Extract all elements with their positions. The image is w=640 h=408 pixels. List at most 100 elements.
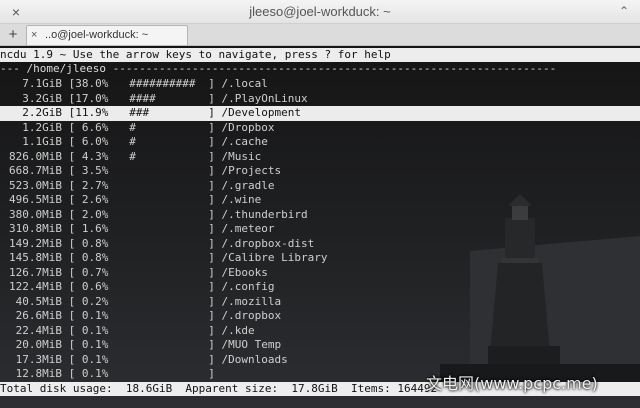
row-size: 3.2GiB [22, 91, 62, 105]
row-percent: 0.8% [75, 236, 109, 250]
row-size: 826.0MiB [9, 149, 62, 163]
row-bar: # [129, 149, 196, 163]
table-row[interactable]: 3.2GiB [17.0% #### ] /.PlayOnLinux [0, 92, 640, 107]
row-bracket: ] [208, 338, 222, 351]
window-maximize-icon[interactable]: ⌃ [616, 3, 632, 19]
row-percent: 0.8% [75, 251, 109, 264]
row-name: /Dropbox [221, 120, 275, 134]
row-bracket: [ [62, 149, 76, 163]
row-bracket: ] [208, 367, 222, 380]
row-bar [129, 251, 208, 266]
row-percent: 0.1% [75, 309, 109, 322]
row-size: 1.2GiB [22, 120, 62, 134]
table-row[interactable]: 126.7MiB [ 0.7% ] /Ebooks [0, 266, 640, 281]
row-percent: 2.0% [75, 207, 109, 221]
table-row[interactable]: 122.4MiB [ 0.6% ] /.config [0, 280, 640, 295]
row-bar [129, 280, 208, 295]
table-row[interactable]: 826.0MiB [ 4.3% # ] /Music [0, 150, 640, 165]
table-row[interactable]: 7.1GiB [38.0% ##########] /.local [0, 77, 640, 92]
row-bracket: ] [208, 222, 222, 235]
table-row[interactable]: 1.2GiB [ 6.6% # ] /Dropbox [0, 121, 640, 136]
row-size: 17.3MiB [15, 352, 62, 366]
directory-list[interactable]: 7.1GiB [38.0% ##########] /.local 3.2GiB [… [0, 77, 640, 382]
row-bracket: [ [62, 338, 76, 351]
title-bar[interactable]: × jleeso@joel-workduck: ~ ⌃ [0, 0, 640, 24]
row-size: 496.5MiB [9, 193, 62, 206]
tab-bar: + × ..o@joel-workduck: ~ [0, 24, 640, 46]
row-size: 523.0MiB [9, 178, 62, 192]
tab-terminal[interactable]: × ..o@joel-workduck: ~ [26, 25, 188, 45]
new-tab-button[interactable]: + [4, 26, 22, 44]
row-bar: ### [129, 106, 196, 119]
row-size: 380.0MiB [9, 207, 62, 221]
table-row[interactable]: 310.8MiB [ 1.6% ] /.meteor [0, 222, 640, 237]
row-name: /.local [221, 77, 268, 90]
terminal-area[interactable]: ncdu 1.9 ~ Use the arrow keys to navigat… [0, 46, 640, 408]
row-bracket: [ [62, 106, 76, 119]
row-name: /.mozilla [221, 294, 282, 308]
row-percent: 0.1% [75, 352, 109, 366]
row-bracket: [ [62, 207, 76, 221]
watermark-text: 文电网(www.pcpc.me) [426, 374, 598, 393]
row-name: /.config [221, 280, 275, 293]
ncdu-header: ncdu 1.9 ~ Use the arrow keys to navigat… [0, 48, 640, 62]
row-bar [129, 208, 208, 223]
row-bracket: [ [62, 265, 76, 279]
row-percent: 3.5% [75, 164, 109, 177]
row-bar: # [129, 120, 196, 134]
row-percent: 0.1% [75, 338, 109, 351]
row-bracket: ] [208, 193, 222, 206]
row-bracket: ] [208, 323, 222, 337]
row-bracket: ] [208, 236, 222, 250]
row-bracket: [ [62, 367, 76, 380]
row-bar [129, 193, 208, 208]
ncdu-current-path: --- /home/jleeso -----------------------… [0, 62, 557, 75]
table-row[interactable]: 668.7MiB [ 3.5% ] /Projects [0, 164, 640, 179]
table-row[interactable]: 523.0MiB [ 2.7% ] /.gradle [0, 179, 640, 194]
row-size: 22.4MiB [15, 323, 62, 337]
table-row[interactable]: 496.5MiB [ 2.6% ] /.wine [0, 193, 640, 208]
table-row[interactable]: 22.4MiB [ 0.1% ] /.kde [0, 324, 640, 339]
row-bar [129, 367, 208, 382]
row-name: /Calibre Library [221, 251, 328, 264]
row-bracket: ] [208, 135, 222, 148]
row-bracket: ] [208, 294, 222, 308]
row-bracket: [ [62, 222, 76, 235]
row-percent: 38.0% [75, 77, 109, 90]
table-row[interactable]: 149.2MiB [ 0.8% ] /.dropbox-dist [0, 237, 640, 252]
row-bracket: ] [208, 164, 222, 177]
table-row[interactable]: 26.6MiB [ 0.1% ] /.dropbox [0, 309, 640, 324]
row-bracket: [ [62, 77, 76, 90]
row-bar [129, 353, 208, 368]
row-bar [129, 237, 208, 252]
row-bracket: ] [208, 178, 222, 192]
row-size: 126.7MiB [9, 265, 62, 279]
row-bracket: ] [208, 352, 222, 366]
table-row[interactable]: 20.0MiB [ 0.1% ] /MUO Temp [0, 338, 640, 353]
row-name: /.dropbox-dist [221, 236, 315, 250]
table-row[interactable]: 1.1GiB [ 6.0% # ] /.cache [0, 135, 640, 150]
row-bar: #### [129, 91, 196, 105]
row-size: 122.4MiB [9, 280, 62, 293]
row-name: /.gradle [221, 178, 275, 192]
row-bracket: [ [62, 120, 76, 134]
row-percent: 1.6% [75, 222, 109, 235]
row-name: /.wine [221, 193, 262, 206]
row-size: 310.8MiB [9, 222, 62, 235]
table-row[interactable]: 145.8MiB [ 0.8% ] /Calibre Library [0, 251, 640, 266]
table-row[interactable]: 380.0MiB [ 2.0% ] /.thunderbird [0, 208, 640, 223]
row-bracket: ] [208, 77, 222, 90]
row-bar: ########## [129, 77, 196, 90]
row-size: 668.7MiB [9, 164, 62, 177]
table-row[interactable]: 2.2GiB [11.9% ### ] /Development [0, 106, 640, 121]
tab-close-icon[interactable]: × [31, 26, 37, 45]
row-bracket: ] [208, 149, 222, 163]
row-size: 145.8MiB [9, 251, 62, 264]
table-row[interactable]: 17.3MiB [ 0.1% ] /Downloads [0, 353, 640, 368]
table-row[interactable]: 40.5MiB [ 0.2% ] /.mozilla [0, 295, 640, 310]
row-bar [129, 222, 208, 237]
row-bracket: ] [208, 91, 222, 105]
row-percent: 0.1% [75, 367, 109, 380]
row-name: /Projects [221, 164, 282, 177]
row-size: 7.1GiB [22, 77, 62, 90]
